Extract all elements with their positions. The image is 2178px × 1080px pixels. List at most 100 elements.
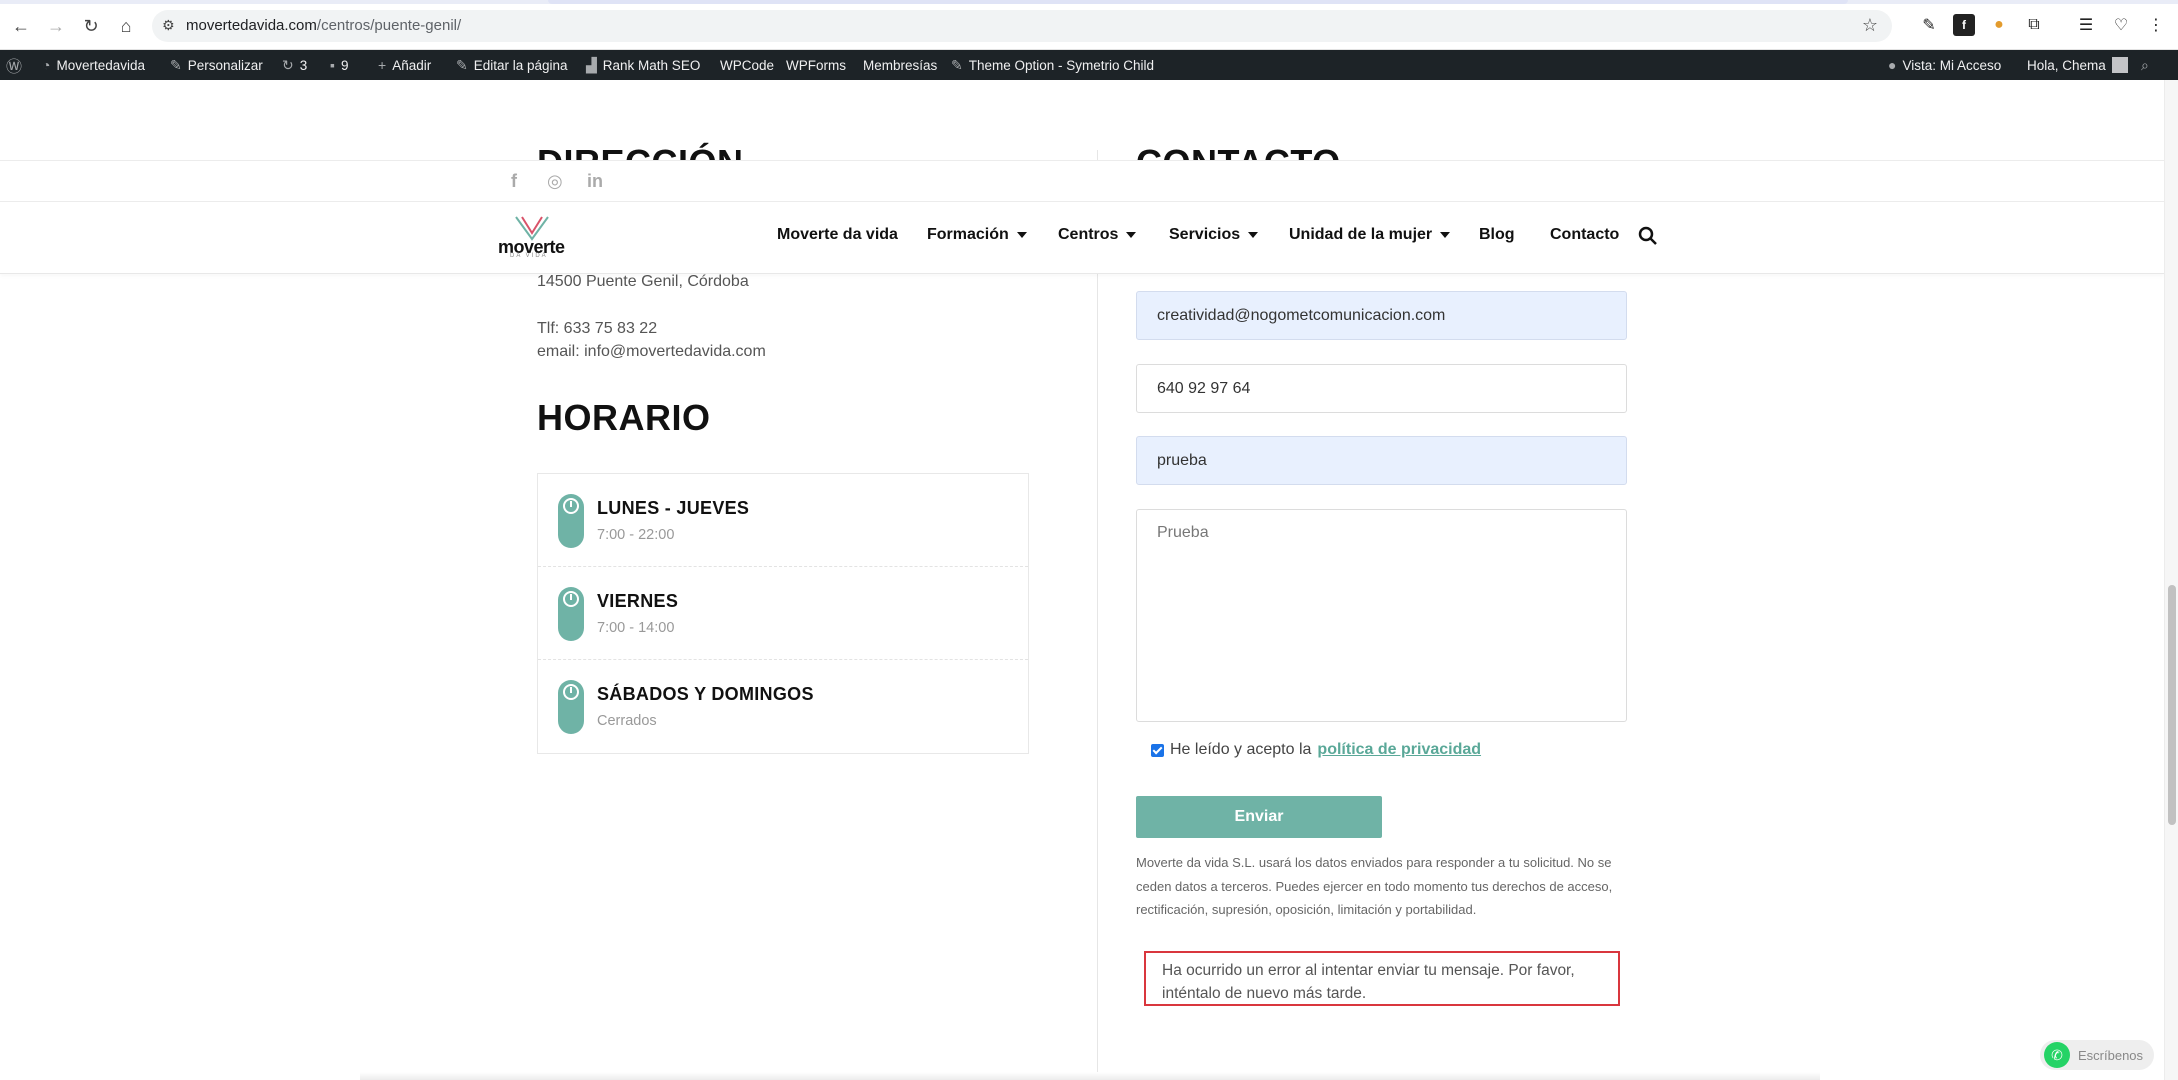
privacy-checkbox[interactable] <box>1151 743 1164 757</box>
updates-icon: ↻ <box>282 56 294 73</box>
adminbar-theme-option[interactable]: ✎ Theme Option - Symetrio Child <box>951 50 1154 80</box>
nav-label: Servicios <box>1169 226 1241 243</box>
chevron-down-icon <box>1016 232 1027 238</box>
schedule-row: VIERNES 7:00 - 14:00 <box>538 567 1028 660</box>
nav-blog[interactable]: Blog <box>1479 226 1515 244</box>
chevron-down-icon <box>1440 232 1451 238</box>
wp-admin-bar: Ⓦ ◔ Movertedavida ✎ Personalizar ↻ 3 ▪ 9 + Añ… <box>0 50 2178 80</box>
chevron-down-icon <box>1126 232 1137 238</box>
rankmath-icon: ▟ <box>586 56 597 73</box>
schedule-row: LUNES - JUEVES 7:00 - 22:00 <box>538 474 1028 567</box>
logo-subtitle: DA VIDA <box>510 253 548 259</box>
url-text: movertedavida.com/centros/puente-genil/ <box>186 17 462 34</box>
search-icon[interactable] <box>1638 226 1658 246</box>
error-message: Ha ocurrido un error al intentar enviar … <box>1144 951 1620 1006</box>
wordpress-logo-icon[interactable]: Ⓦ <box>6 50 22 80</box>
adminbar-comments[interactable]: ▪ 9 <box>330 50 348 80</box>
horario-heading: HORARIO <box>537 397 711 438</box>
clock-icon <box>558 494 584 548</box>
schedule-day: VIERNES <box>597 591 679 611</box>
instagram-icon[interactable]: ◎ <box>547 171 563 192</box>
send-button[interactable]: Enviar <box>1136 796 1382 838</box>
adminbar-rankmath-label: Rank Math SEO <box>602 57 701 73</box>
privacy-disclaimer: Moverte da vida S.L. usará los datos env… <box>1136 855 1613 917</box>
adminbar-rankmath[interactable]: ▟ Rank Math SEO <box>586 50 700 80</box>
back-icon[interactable]: ← <box>8 13 34 39</box>
nav-label: Unidad de la mujer <box>1289 226 1433 243</box>
adminbar-wpcode-label: WPCode <box>720 57 775 73</box>
nav-label: Centros <box>1058 226 1119 243</box>
adminbar-updates[interactable]: ↻ 3 <box>282 50 307 80</box>
email-field[interactable]: creatividad@nogometcomunicacion.com <box>1136 291 1627 340</box>
page-scrollbar[interactable] <box>2164 80 2178 1080</box>
subject-field[interactable]: prueba <box>1136 436 1627 485</box>
column-divider <box>1097 150 1098 1080</box>
forward-icon[interactable]: → <box>43 13 69 39</box>
adminbar-wpforms[interactable]: WPForms <box>786 50 846 80</box>
adminbar-add-label: Añadir <box>392 57 432 73</box>
hammer-icon: ✎ <box>951 56 963 73</box>
adminbar-add[interactable]: + Añadir <box>378 50 431 80</box>
whatsapp-button[interactable]: ✆ Escríbenos <box>2040 1040 2154 1070</box>
clock-icon <box>558 587 584 641</box>
address-phone: Tlf: 633 75 83 22 <box>537 320 658 337</box>
extensions-puzzle-icon[interactable]: ⧉ <box>2023 14 2045 36</box>
home-icon[interactable]: ⌂ <box>113 13 139 39</box>
browser-toolbar: ← → ↻ ⌂ ⚙ movertedavida.com/centros/puen… <box>0 0 2178 50</box>
schedule-time: 7:00 - 14:00 <box>597 620 675 636</box>
reload-icon[interactable]: ↻ <box>78 13 104 39</box>
adminbar-greeting: Hola, Chema <box>2027 57 2106 73</box>
nav-unidad-de-la-mujer[interactable]: Unidad de la mujer <box>1289 226 1451 244</box>
scrollbar-thumb[interactable] <box>2168 585 2176 825</box>
bookmark-star-icon[interactable]: ☆ <box>1862 15 1878 36</box>
linkedin-icon[interactable]: in <box>587 171 603 192</box>
adminbar-wpforms-label: WPForms <box>786 57 846 73</box>
font-extension-icon[interactable]: f <box>1953 14 1975 36</box>
nav-formacion[interactable]: Formación <box>927 226 1027 244</box>
adminbar-view[interactable]: ● Vista: Mi Acceso <box>1888 50 2001 80</box>
reading-list-icon[interactable]: ☰ <box>2075 14 2097 36</box>
nav-label: Contacto <box>1550 226 1620 243</box>
comment-icon: ▪ <box>330 57 335 73</box>
address-bar[interactable]: ⚙ movertedavida.com/centros/puente-genil… <box>152 10 1892 42</box>
brush-icon: ✎ <box>170 56 182 73</box>
adminbar-search-icon[interactable]: ⌕ <box>2141 50 2149 80</box>
schedule-row: SÁBADOS Y DOMINGOS Cerrados <box>538 660 1028 753</box>
nav-moverte-da-vida[interactable]: Moverte da vida <box>777 226 898 244</box>
message-textarea[interactable]: Prueba <box>1136 509 1627 722</box>
schedule-day: LUNES - JUEVES <box>597 498 750 518</box>
pencil-icon: ✎ <box>456 56 468 73</box>
adminbar-customize-label: Personalizar <box>187 57 263 73</box>
adminbar-memberships-label: Membresías <box>863 57 938 73</box>
adminbar-wpcode[interactable]: WPCode <box>720 50 774 80</box>
whatsapp-icon: ✆ <box>2044 1042 2070 1068</box>
active-tab-indicator <box>548 0 1848 4</box>
site-info-icon[interactable]: ⚙ <box>162 17 175 34</box>
nav-label: Formación <box>927 226 1009 243</box>
social-strip: f ◎ in <box>0 160 2164 202</box>
nav-centros[interactable]: Centros <box>1058 226 1137 244</box>
phone-field[interactable]: 640 92 97 64 <box>1136 364 1627 413</box>
adminbar-memberships[interactable]: Membresías <box>863 50 937 80</box>
nav-contacto[interactable]: Contacto <box>1550 226 1619 244</box>
pen-extension-icon[interactable]: ✎ <box>1918 14 1940 36</box>
facebook-icon[interactable]: f <box>511 171 517 192</box>
nav-servicios[interactable]: Servicios <box>1169 226 1259 244</box>
privacy-consent: He leído y acepto la política de privaci… <box>1151 741 1481 759</box>
site-header: moverte DA VIDA Moverte da vida Formació… <box>0 202 2164 274</box>
adminbar-site[interactable]: ◔ Movertedavida <box>42 50 145 80</box>
menu-kebab-icon[interactable]: ⋮ <box>2145 14 2167 36</box>
privacy-policy-link[interactable]: política de privacidad <box>1317 741 1481 759</box>
adminbar-customize[interactable]: ✎ Personalizar <box>170 50 263 80</box>
profile-icon[interactable]: ♡ <box>2110 14 2132 36</box>
cat-extension-icon[interactable]: ● <box>1988 14 2010 36</box>
schedule-time: 7:00 - 22:00 <box>597 527 675 543</box>
adminbar-theme-option-label: Theme Option - Symetrio Child <box>968 57 1155 73</box>
adminbar-edit-page[interactable]: ✎ Editar la página <box>456 50 568 80</box>
nav-label: Blog <box>1479 226 1515 243</box>
clock-icon <box>558 680 584 734</box>
site-logo[interactable]: moverte DA VIDA <box>498 215 568 261</box>
adminbar-account[interactable]: Hola, Chema <box>2027 50 2128 80</box>
whatsapp-label: Escríbenos <box>2078 1047 2144 1063</box>
plus-icon: + <box>378 57 387 73</box>
